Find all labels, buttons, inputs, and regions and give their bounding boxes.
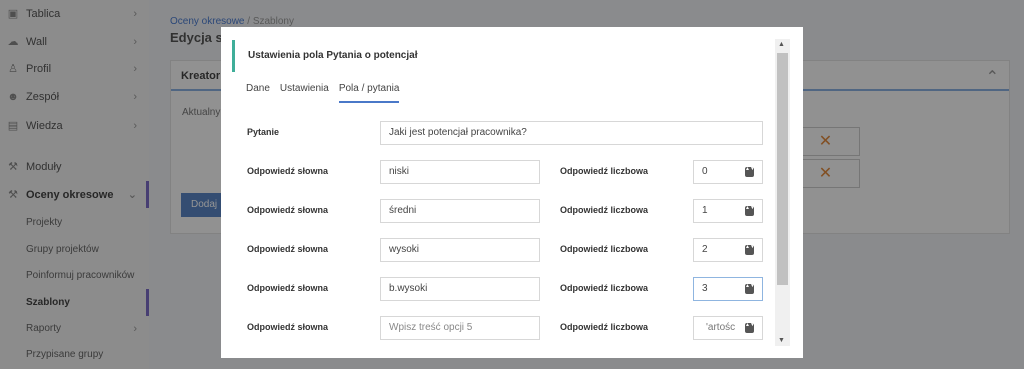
tab-dane[interactable]: Dane [246, 83, 270, 103]
scroll-down-icon[interactable]: ▼ [778, 337, 785, 344]
verbal-answer-input[interactable]: b.wysoki [380, 277, 540, 301]
verbal-answer-label: Odpowiedź słowna [247, 322, 329, 332]
verbal-answer-label: Odpowiedź słowna [247, 166, 329, 176]
answer-row: Odpowiedź słowna b.wysoki Odpowiedź licz… [221, 277, 781, 301]
numeric-answer-input[interactable]: 'artośc ▲▼ [693, 316, 763, 340]
answer-row: Odpowiedź słowna niski Odpowiedź liczbow… [221, 160, 781, 184]
numeric-answer-input[interactable]: 0 ▲▼ [693, 160, 763, 184]
settings-modal: Ustawienia pola Pytania o potencjał Dane… [221, 27, 803, 358]
verbal-answer-input[interactable]: Wpisz treść opcji 5 [380, 316, 540, 340]
tab-ustawienia[interactable]: Ustawienia [280, 83, 329, 103]
numeric-answer-placeholder: 'artośc [706, 322, 736, 333]
question-label: Pytanie [247, 127, 280, 137]
numeric-answer-value: 1 [702, 205, 708, 216]
numeric-answer-label: Odpowiedź liczbowa [560, 205, 649, 215]
numeric-answer-label: Odpowiedź liczbowa [560, 283, 649, 293]
modal-title: Ustawienia pola Pytania o potencjał [248, 50, 418, 61]
spinner-icon[interactable]: ▲▼ [745, 245, 755, 255]
modal-scrollbar[interactable]: ▲ ▼ [775, 39, 790, 346]
verbal-answer-input[interactable]: niski [380, 160, 540, 184]
numeric-answer-label: Odpowiedź liczbowa [560, 322, 649, 332]
modal-tabs: Dane Ustawienia Pola / pytania [246, 83, 409, 103]
spinner-icon[interactable]: ▲▼ [745, 284, 755, 294]
numeric-answer-value: 0 [702, 166, 708, 177]
close-icon[interactable]: × [789, 29, 796, 43]
numeric-answer-input[interactable]: 3 ▲▼ [693, 277, 763, 301]
verbal-answer-label: Odpowiedź słowna [247, 205, 329, 215]
tab-pola-pytania[interactable]: Pola / pytania [338, 83, 400, 103]
verbal-answer-input[interactable]: wysoki [380, 238, 540, 262]
question-input[interactable]: Jaki jest potencjał pracownika? [380, 121, 763, 145]
question-row: Pytanie Jaki jest potencjał pracownika? [221, 121, 781, 145]
numeric-answer-input[interactable]: 1 ▲▼ [693, 199, 763, 223]
numeric-answer-value: 3 [702, 283, 708, 294]
numeric-answer-label: Odpowiedź liczbowa [560, 244, 649, 254]
numeric-answer-label: Odpowiedź liczbowa [560, 166, 649, 176]
spinner-icon[interactable]: ▲▼ [745, 206, 755, 216]
answer-row: Odpowiedź słowna średni Odpowiedź liczbo… [221, 199, 781, 223]
spinner-icon[interactable]: ▲▼ [745, 167, 755, 177]
verbal-answer-label: Odpowiedź słowna [247, 283, 329, 293]
scroll-up-icon[interactable]: ▲ [778, 41, 785, 48]
modal-header: Ustawienia pola Pytania o potencjał [232, 40, 778, 72]
answer-row: Odpowiedź słowna wysoki Odpowiedź liczbo… [221, 238, 781, 262]
verbal-answer-input[interactable]: średni [380, 199, 540, 223]
verbal-answer-label: Odpowiedź słowna [247, 244, 329, 254]
numeric-answer-input[interactable]: 2 ▲▼ [693, 238, 763, 262]
spinner-icon[interactable]: ▲▼ [745, 323, 755, 333]
scrollbar-thumb[interactable] [777, 53, 788, 285]
answer-row: Odpowiedź słowna Wpisz treść opcji 5 Odp… [221, 316, 781, 340]
numeric-answer-value: 2 [702, 244, 708, 255]
